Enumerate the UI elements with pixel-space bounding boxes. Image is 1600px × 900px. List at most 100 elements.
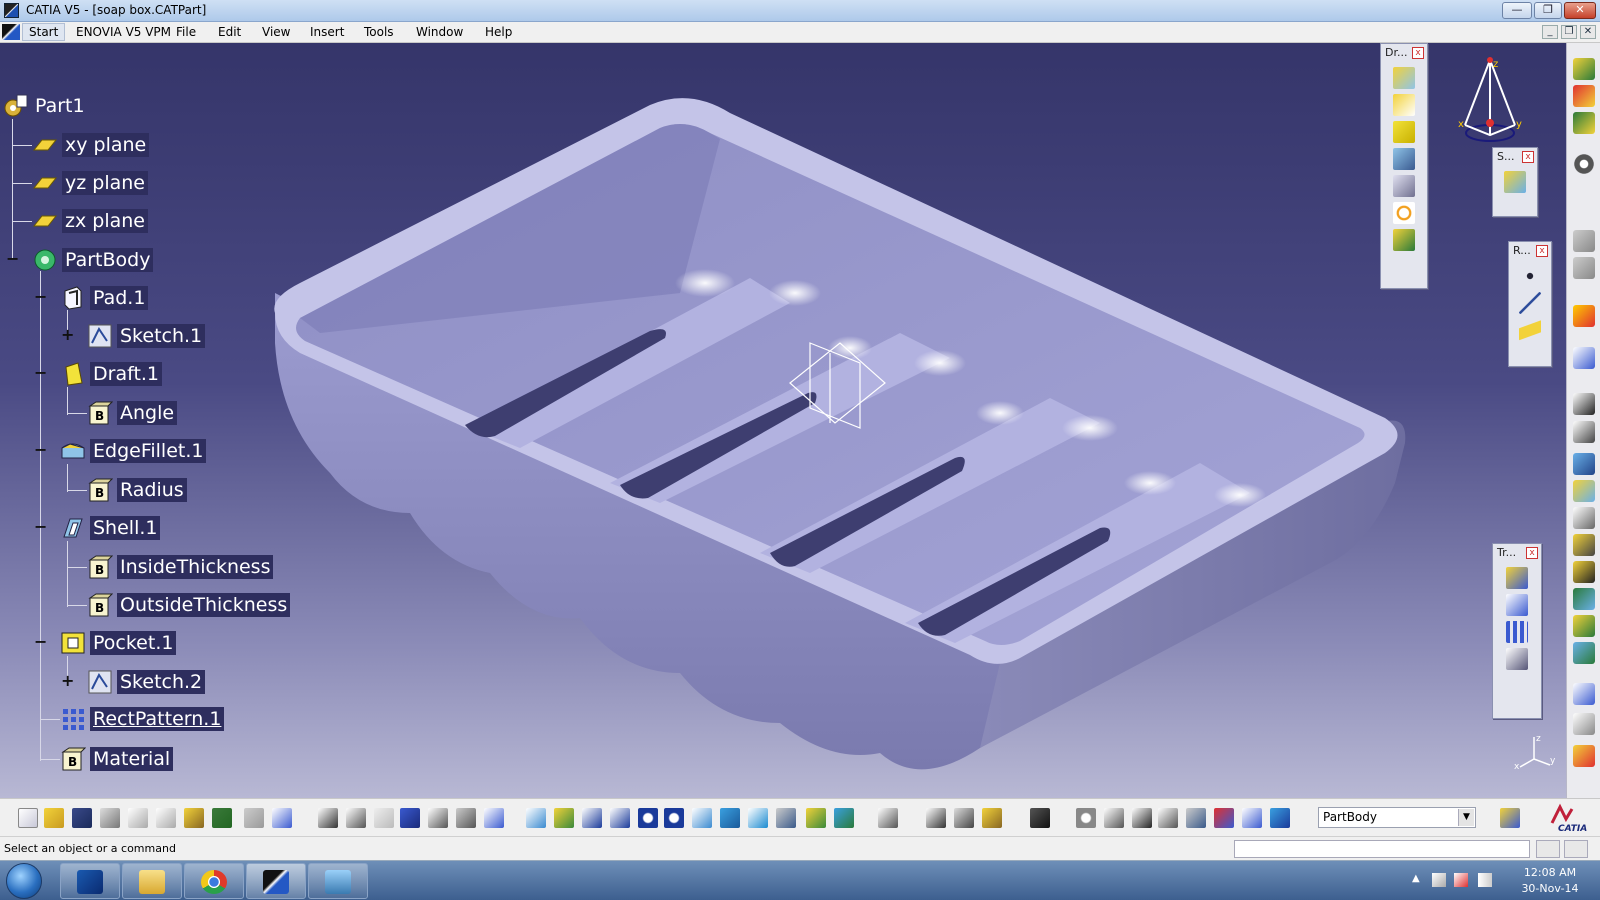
taskbar-explorer[interactable] (122, 863, 182, 899)
zoom-out-icon[interactable] (664, 808, 684, 828)
knowledge-advisor-icon[interactable] (346, 808, 366, 828)
select-cursor-icon[interactable] (1573, 305, 1595, 327)
power-input-field[interactable] (1234, 840, 1530, 858)
stop-command-button[interactable] (1536, 840, 1560, 858)
tree-node-xy-plane[interactable]: xy plane (32, 130, 150, 160)
tree-node-pad[interactable]: Pad.1 (60, 283, 149, 313)
plane-tool-icon[interactable] (1519, 319, 1541, 341)
undo-icon[interactable] (212, 808, 232, 828)
minimize-button[interactable]: — (1502, 2, 1532, 19)
taskbar-picture-viewer[interactable] (308, 863, 368, 899)
open-folder-icon[interactable] (44, 808, 64, 828)
sketcher-workbench-icon[interactable] (1573, 85, 1595, 107)
catalog-icon[interactable] (428, 808, 448, 828)
tree-node-shell[interactable]: Shell.1 (60, 513, 161, 543)
specification-tree[interactable]: Part1 xy plane yz plane zx plane − PartB… (0, 43, 300, 773)
reference-elements-toolbar[interactable]: R... x (1508, 241, 1552, 367)
grab-hand-icon[interactable] (1104, 808, 1124, 828)
taskbar-catia[interactable] (246, 863, 306, 899)
catia-menu-logo-icon[interactable] (2, 24, 20, 40)
mdi-minimize-button[interactable]: _ (1542, 25, 1558, 39)
law-icon[interactable] (374, 808, 394, 828)
toolbar-close-button[interactable]: x (1536, 245, 1548, 257)
tree-node-rectpattern[interactable]: RectPattern.1 (60, 704, 225, 734)
taskbar-clock[interactable]: 12:08 AM 30-Nov-14 (1510, 865, 1590, 897)
pad-tool-icon[interactable] (1573, 393, 1595, 415)
catia-app-icon[interactable] (4, 3, 19, 18)
tree-node-yz-plane[interactable]: yz plane (32, 168, 148, 198)
tree-node-outside-thickness[interactable]: B OutsideThickness (87, 590, 291, 620)
units-icon[interactable] (1158, 808, 1178, 828)
restore-button[interactable]: ❐ (1534, 2, 1562, 19)
pocket-tool-icon[interactable] (1573, 421, 1595, 443)
collapse-pocket-toggle[interactable]: − (34, 634, 47, 650)
pan-icon[interactable] (582, 808, 602, 828)
expand-sketch2-toggle[interactable]: + (61, 673, 74, 689)
taskbar-chrome[interactable] (184, 863, 244, 899)
measure-item-bottom-icon[interactable] (954, 808, 974, 828)
lock-icon[interactable] (456, 808, 476, 828)
surface-based-feature-icon[interactable] (1504, 171, 1526, 193)
right-toolbar[interactable] (1566, 43, 1600, 798)
tree-node-inside-thickness[interactable]: B InsideThickness (87, 552, 274, 582)
paste-icon[interactable] (184, 808, 204, 828)
menu-tools[interactable]: Tools (364, 25, 394, 39)
chamfer-tool-icon[interactable] (1393, 94, 1415, 116)
groove-tool-icon[interactable] (1573, 480, 1595, 502)
toolbar-title[interactable]: R... x (1509, 242, 1551, 260)
expand-sketch1-toggle[interactable]: + (61, 327, 74, 343)
design-table-icon[interactable] (400, 808, 420, 828)
zoom-in-icon[interactable] (638, 808, 658, 828)
tree-node-material[interactable]: B Material (60, 744, 174, 774)
fly-mode-icon[interactable] (526, 808, 546, 828)
close-button[interactable]: ✕ (1564, 2, 1596, 19)
tree-node-edgefillet[interactable]: EdgeFillet.1 (60, 436, 207, 466)
pattern-tool-icon[interactable] (1506, 621, 1528, 643)
menu-enovia[interactable]: ENOVIA V5 VPM (76, 25, 171, 39)
collapse-partbody-toggle[interactable]: − (6, 251, 19, 267)
measure-between-bottom-icon[interactable] (926, 808, 946, 828)
tree-node-zx-plane[interactable]: zx plane (32, 206, 148, 236)
measure-item-icon[interactable] (1573, 230, 1595, 252)
multi-section-tool-icon[interactable] (1573, 642, 1595, 664)
toolbar-title[interactable]: Dr... x (1381, 44, 1427, 62)
redo-icon[interactable] (244, 808, 264, 828)
normal-view-icon[interactable] (692, 808, 712, 828)
network-error-icon[interactable] (1454, 873, 1468, 887)
tree-node-sketch2[interactable]: Sketch.2 (87, 667, 206, 697)
taskbar-outlook[interactable] (60, 863, 120, 899)
toolbar-title[interactable]: S... x (1493, 148, 1537, 166)
draft-tool-icon[interactable] (1393, 121, 1415, 143)
collapse-edgefillet-toggle[interactable]: − (34, 442, 47, 458)
publish-icon[interactable] (1500, 808, 1520, 828)
cut-icon[interactable] (128, 808, 148, 828)
menu-view[interactable]: View (262, 25, 290, 39)
line-tool-icon[interactable] (1519, 292, 1541, 314)
mdi-close-button[interactable]: ✕ (1580, 25, 1596, 39)
windows-start-button[interactable] (6, 863, 42, 899)
geometric-set-icon[interactable] (1186, 808, 1206, 828)
whats-this-icon[interactable] (272, 808, 292, 828)
scaling-tool-icon[interactable] (1506, 648, 1528, 670)
flag-note-icon[interactable] (1573, 713, 1595, 735)
toolbar-close-button[interactable]: x (1526, 547, 1538, 559)
save-icon[interactable] (72, 808, 92, 828)
mirror-tool-icon[interactable] (1506, 594, 1528, 616)
tree-node-angle[interactable]: B Angle (87, 398, 178, 428)
tree-root-part1[interactable]: Part1 (2, 91, 88, 121)
equivalent-dimensions-icon[interactable] (484, 808, 504, 828)
compass-widget[interactable]: z y x (1450, 55, 1530, 150)
transformation-toolbar[interactable]: Tr... x (1492, 543, 1542, 719)
assembly-workbench-icon[interactable] (1573, 112, 1595, 134)
fit-all-icon[interactable] (554, 808, 574, 828)
tree-node-sketch1[interactable]: Sketch.1 (87, 321, 206, 351)
collapse-draft-toggle[interactable]: − (34, 365, 47, 381)
analysis-icon[interactable] (1214, 808, 1234, 828)
volume-icon[interactable] (1432, 873, 1446, 887)
body-icon[interactable] (1270, 808, 1290, 828)
point-tool-icon[interactable] (1519, 265, 1541, 287)
menu-insert[interactable]: Insert (310, 25, 344, 39)
thickness-tool-icon[interactable] (1393, 175, 1415, 197)
shell-tool-icon[interactable] (1393, 148, 1415, 170)
stack-icon[interactable] (1242, 808, 1262, 828)
